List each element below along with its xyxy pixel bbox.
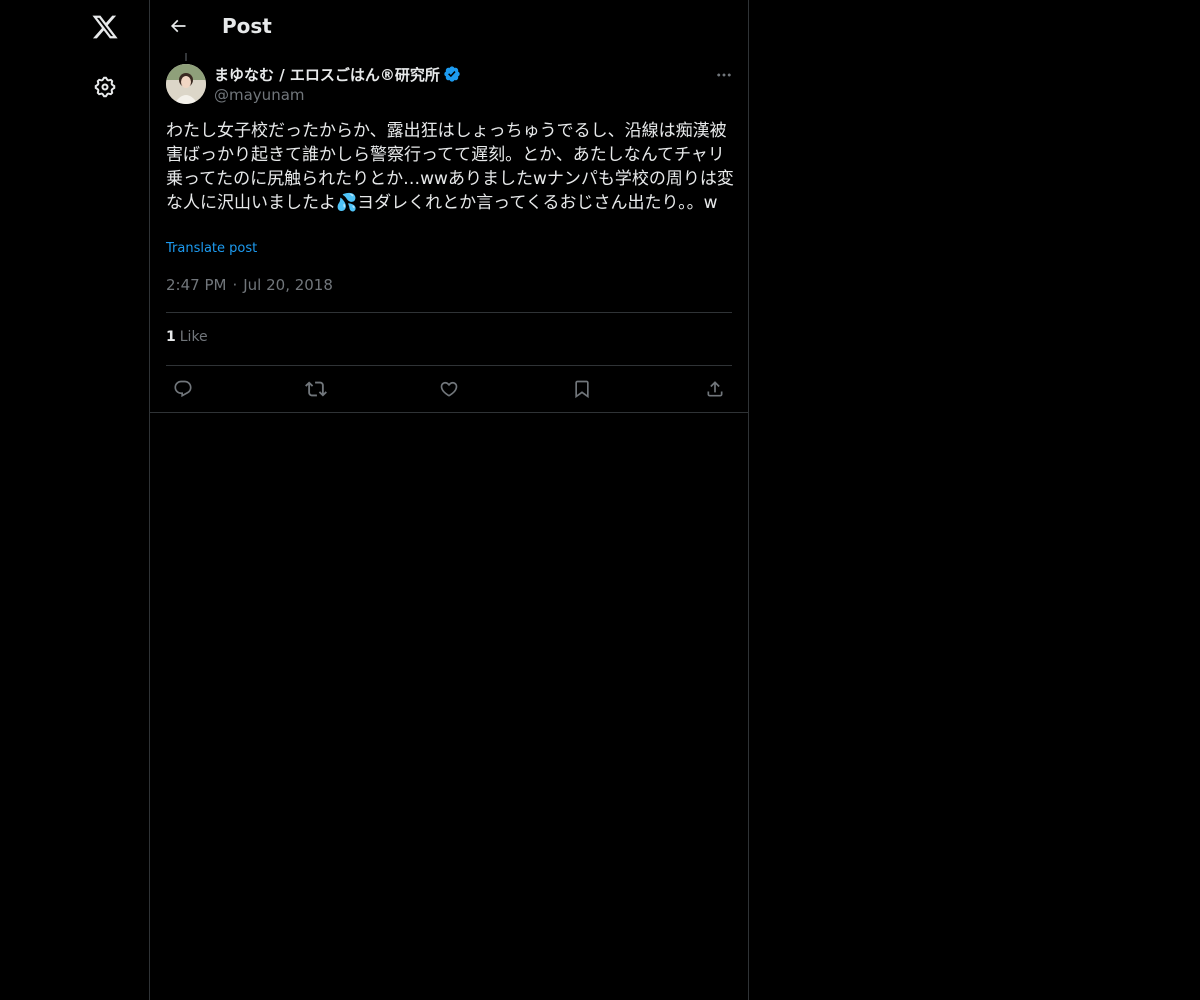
like-count-link[interactable]: 1 Like: [166, 329, 208, 345]
translate-post-link[interactable]: Translate post: [166, 241, 257, 256]
page-title: Post: [222, 14, 272, 38]
post-bottom-border: [150, 412, 748, 413]
post-time[interactable]: 2:47 PM: [166, 276, 226, 294]
thread-connector: [185, 53, 187, 61]
gear-icon[interactable]: [83, 65, 127, 109]
avatar[interactable]: [166, 64, 206, 104]
bookmark-icon[interactable]: [565, 372, 599, 406]
author-display-name[interactable]: まゆなむ / エロスごはん®研究所: [214, 64, 440, 85]
like-heart-icon[interactable]: [432, 372, 466, 406]
left-nav: [0, 0, 149, 1000]
meta-separator: ·: [232, 276, 238, 294]
page-header: Post: [150, 0, 748, 53]
post-actions: [166, 366, 732, 412]
post-timestamp: 2:47 PM · Jul 20, 2018: [166, 276, 333, 294]
main-column: Post まゆなむ / エロスごはん®研究所 @mayunam わたし女子校だっ…: [149, 0, 749, 1000]
post-text: わたし女子校だったからか、露出狂はしょっちゅうでるし、沿線は痴漢被害ばっかり起き…: [166, 121, 734, 213]
verified-badge-icon[interactable]: [443, 65, 461, 83]
repost-icon[interactable]: [299, 372, 333, 406]
author-handle[interactable]: @mayunam: [214, 85, 461, 105]
divider: [166, 312, 732, 313]
post-date[interactable]: Jul 20, 2018: [243, 276, 333, 294]
x-logo-icon[interactable]: [83, 5, 127, 49]
share-icon[interactable]: [698, 372, 732, 406]
like-label: Like: [179, 329, 208, 345]
back-arrow-icon[interactable]: [161, 9, 195, 43]
like-count: 1: [166, 329, 176, 345]
post-author: まゆなむ / エロスごはん®研究所 @mayunam: [214, 63, 461, 107]
more-options-icon[interactable]: [712, 63, 736, 87]
reply-icon[interactable]: [166, 372, 200, 406]
